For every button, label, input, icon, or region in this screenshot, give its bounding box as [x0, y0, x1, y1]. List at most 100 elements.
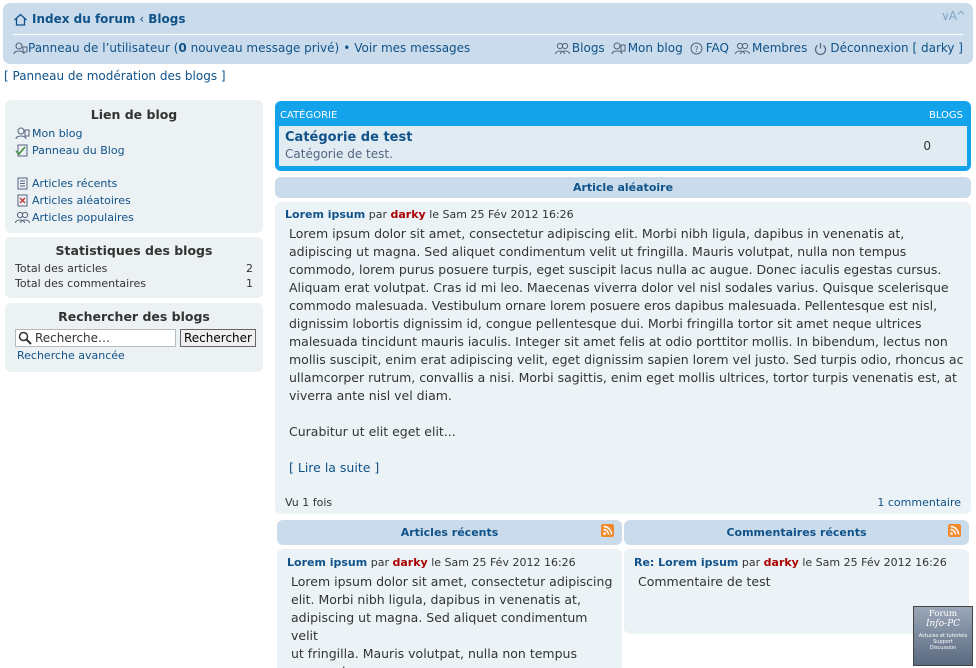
read-more-link[interactable]: [ Lire la suite ]	[289, 459, 379, 477]
breadcrumb: Index du forum ‹ Blogs	[13, 12, 185, 26]
faq-icon: ?	[689, 42, 704, 55]
moderation-panel-link[interactable]: [ Panneau de modération des blogs ]	[4, 69, 226, 83]
post-by: par	[368, 208, 387, 221]
home-icon	[13, 13, 28, 26]
sidebar-item-label: Articles populaires	[32, 211, 134, 224]
search-icon	[18, 331, 32, 345]
nav-members[interactable]: Membres	[752, 41, 807, 55]
category-description: Catégorie de test.	[285, 147, 393, 161]
sidebar-item-my-blog[interactable]: Mon blog	[5, 125, 263, 142]
header-divider	[13, 34, 963, 35]
members-icon	[734, 42, 750, 55]
view-messages-link[interactable]: Voir mes messages	[354, 41, 470, 55]
post-meta: Lorem ipsum par darky le Sam 25 Fév 2012…	[287, 556, 576, 569]
svg-text:?: ?	[694, 45, 698, 54]
category-blog-count: 0	[923, 139, 931, 153]
nav-faq[interactable]: FAQ	[706, 41, 729, 55]
rss-icon[interactable]	[601, 524, 614, 537]
random-article-heading: Article aléatoire	[275, 177, 971, 198]
sidebar-item-label: Articles récents	[32, 177, 118, 190]
blog-links-title: Lien de blog	[90, 107, 178, 122]
nav-bullet: •	[343, 41, 351, 55]
header-nav-links: Blogs Mon blog ? FAQ Membres Déconnexion…	[554, 41, 963, 55]
column-header-blogs: BLOGS	[928, 110, 963, 121]
user-panel-link[interactable]: Panneau de l’utilisateur (0 nouveau mess…	[28, 41, 339, 55]
advanced-search-link[interactable]: Recherche avancée	[5, 349, 263, 362]
power-icon	[813, 42, 828, 55]
post-title-link[interactable]: Re: Lorem ipsum	[634, 556, 738, 569]
user-panel-row: Panneau de l’utilisateur (0 nouveau mess…	[13, 41, 470, 55]
post-author-link[interactable]: darky	[392, 556, 427, 569]
stat-row: Total des articles 2	[5, 261, 263, 276]
post-body: Lorem ipsum dolor sit amet, consectetur …	[289, 226, 964, 403]
post-author-link[interactable]: darky	[390, 208, 425, 221]
post-meta: Re: Lorem ipsum par darky le Sam 25 Fév …	[634, 556, 947, 569]
post-by: par	[741, 556, 761, 569]
post-excerpt-end: Curabitur ut elit eget elit...	[289, 424, 456, 439]
users-icon	[15, 211, 30, 224]
post-author-link[interactable]: darky	[764, 556, 799, 569]
category-table: CATÉGORIE BLOGS Catégorie de test Catégo…	[275, 101, 971, 171]
font-size-control[interactable]: ∨A^	[941, 9, 966, 23]
sidebar-item-label: Panneau du Blog	[32, 144, 125, 157]
stat-label: Total des commentaires	[15, 277, 147, 290]
sidebar-item-blog-panel[interactable]: Panneau du Blog	[5, 142, 263, 159]
stat-label: Total des articles	[15, 262, 108, 275]
category-table-header: CATÉGORIE BLOGS	[280, 110, 963, 121]
recent-articles-title: Articles récents	[400, 526, 499, 539]
breadcrumb-blogs[interactable]: Blogs	[148, 12, 185, 26]
badge-line-2: Info-PC	[925, 619, 961, 629]
post-meta: Lorem ipsum par darky le Sam 25 Fév 2012…	[285, 208, 574, 221]
blog-search-panel: Rechercher des blogs Recherche… Recherch…	[5, 303, 263, 372]
sidebar-item-random-articles[interactable]: Articles aléatoires	[5, 192, 263, 209]
recent-comments-title: Commentaires récents	[726, 526, 867, 539]
nav-logout[interactable]: Déconnexion [ darky ]	[830, 41, 963, 55]
blog-search-title: Rechercher des blogs	[58, 309, 210, 324]
nav-blogs[interactable]: Blogs	[572, 41, 605, 55]
sidebar-item-label: Articles aléatoires	[32, 194, 131, 207]
category-title-link[interactable]: Catégorie de test	[285, 130, 412, 145]
pm-count: 0	[178, 41, 187, 55]
blog-links-panel: Lien de blog Mon blog Panneau du Blog Ar…	[5, 100, 263, 233]
random-document-icon	[15, 194, 30, 207]
stat-row: Total des commentaires 1	[5, 276, 263, 291]
recent-comments-heading: Commentaires récents	[624, 520, 969, 545]
sidebar-item-label: Mon blog	[32, 127, 83, 140]
blogs-icon	[554, 42, 570, 55]
user-panel-label-end: nouveau message privé)	[186, 41, 340, 55]
post-by: par	[370, 556, 389, 569]
search-input[interactable]: Recherche…	[15, 329, 176, 347]
post-title-link[interactable]: Lorem ipsum	[287, 556, 367, 569]
breadcrumb-forum-index[interactable]: Index du forum	[32, 12, 135, 26]
blog-stats-panel: Statistiques des blogs Total des article…	[5, 237, 263, 298]
forum-info-pc-badge[interactable]: Forum Info-PC Astuces et tutoriels Suppo…	[913, 606, 973, 666]
search-row: Recherche… Rechercher	[5, 329, 263, 347]
rss-icon[interactable]	[948, 524, 961, 537]
document-list-icon	[15, 177, 30, 190]
header-navbar: Index du forum ‹ Blogs ∨A^ Panneau de l’…	[3, 3, 973, 64]
user-panel-label-start: Panneau de l’utilisateur (	[28, 41, 179, 55]
post-body: Lorem ipsum dolor sit amet, consectetur …	[291, 574, 613, 668]
search-input-placeholder: Recherche…	[35, 331, 111, 345]
sidebar-item-popular-articles[interactable]: Articles populaires	[5, 209, 263, 226]
recent-articles-post: Lorem ipsum par darky le Sam 25 Fév 2012…	[277, 549, 622, 668]
nav-my-blog[interactable]: Mon blog	[628, 41, 683, 55]
post-date: le Sam 25 Fév 2012 16:26	[429, 208, 574, 221]
search-button[interactable]: Rechercher	[180, 329, 256, 347]
user-panel-icon	[13, 41, 28, 55]
stat-value: 1	[246, 277, 253, 290]
post-title-link[interactable]: Lorem ipsum	[285, 208, 365, 221]
post-date: le Sam 25 Fév 2012 16:26	[431, 556, 576, 569]
sidebar-item-recent-articles[interactable]: Articles récents	[5, 175, 263, 192]
my-blog-icon	[611, 42, 626, 55]
recent-articles-heading: Articles récents	[277, 520, 622, 545]
post-comments-link[interactable]: 1 commentaire	[877, 496, 961, 509]
my-blog-icon	[15, 127, 30, 140]
column-header-category: CATÉGORIE	[280, 110, 338, 121]
breadcrumb-separator: ‹	[139, 12, 145, 26]
stat-value: 2	[246, 262, 253, 275]
random-article-post: Lorem ipsum par darky le Sam 25 Fév 2012…	[275, 202, 971, 514]
post-views: Vu 1 fois	[285, 496, 333, 509]
post-date: le Sam 25 Fév 2012 16:26	[802, 556, 947, 569]
